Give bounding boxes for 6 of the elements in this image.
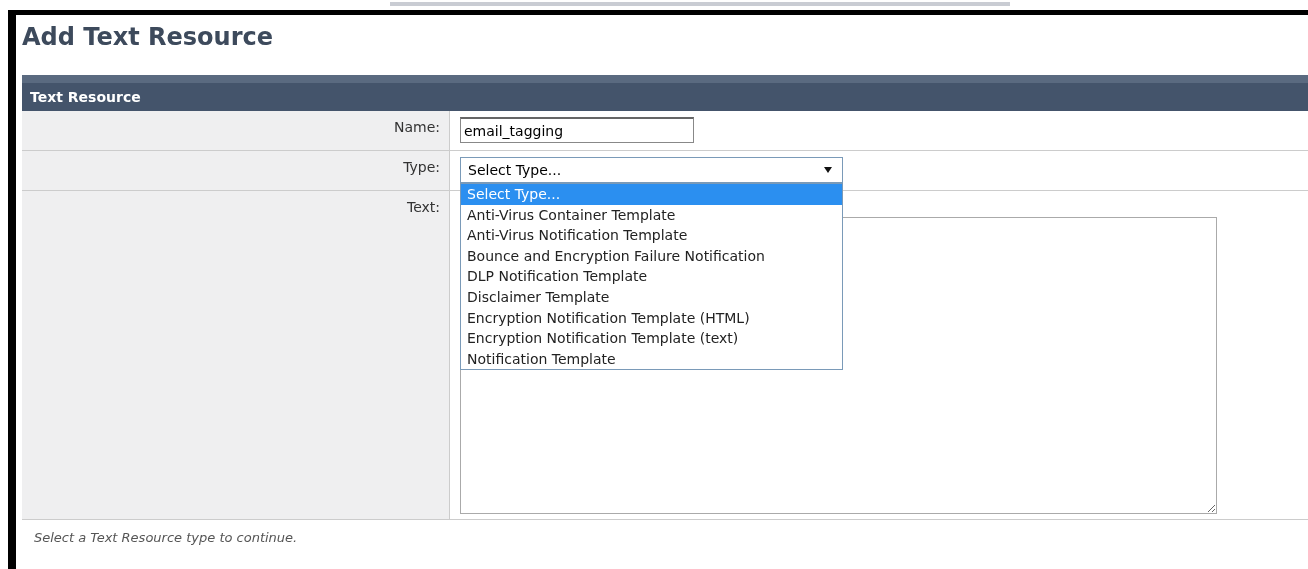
- page-title: Add Text Resource: [22, 22, 274, 53]
- section-header: Text Resource: [22, 83, 1308, 111]
- footer-note: Select a Text Resource type to continue.: [34, 530, 298, 545]
- field-label: Text:: [406, 199, 440, 215]
- field-label: Name:: [393, 119, 440, 135]
- field-label: Type:: [403, 159, 440, 175]
